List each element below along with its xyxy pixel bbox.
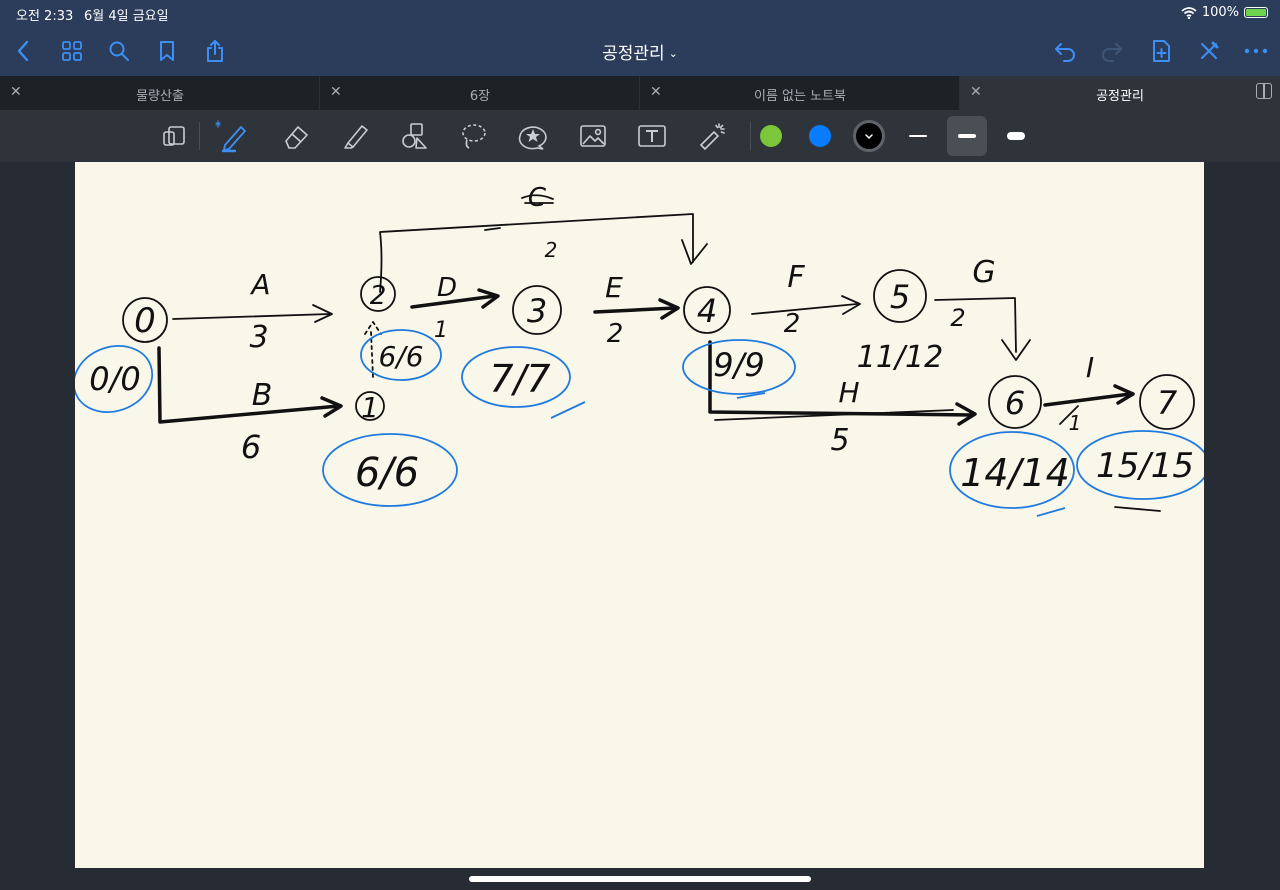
add-page-icon[interactable] bbox=[1146, 36, 1176, 66]
tab-이름-없는-노트북[interactable]: ✕ 이름 없는 노트북 bbox=[640, 76, 960, 110]
pen-icon[interactable] bbox=[212, 116, 252, 156]
tab-물량산출[interactable]: ✕ 물량산출 bbox=[0, 76, 320, 110]
activity-duration: 1 bbox=[434, 318, 448, 343]
status-date: 6월 4일 금요일 bbox=[84, 9, 169, 24]
time-label: 11/12 bbox=[857, 340, 943, 375]
bookmark-icon[interactable] bbox=[152, 36, 182, 66]
ink-labels: 0 2 3 4 5 6 7 1 A 3 B 6 C 2 D 1 E 2 F 2 bbox=[89, 183, 1194, 496]
activity-duration: 6 bbox=[241, 428, 261, 466]
activity-letter: G bbox=[972, 255, 995, 290]
share-icon[interactable] bbox=[200, 36, 230, 66]
node-label: 6 bbox=[1005, 384, 1025, 422]
wifi-icon bbox=[1181, 6, 1197, 19]
node-label: 3 bbox=[527, 292, 547, 330]
status-time: 오전 2:33 bbox=[16, 9, 74, 24]
green-swatch bbox=[760, 125, 782, 147]
time-label: 15/15 bbox=[1096, 446, 1194, 486]
page-layout-icon[interactable] bbox=[154, 116, 194, 156]
battery-percent: 100% bbox=[1201, 5, 1239, 20]
time-label: 7/7 bbox=[489, 357, 550, 401]
color-swatch-green[interactable] bbox=[751, 116, 791, 156]
activity-duration: 2 bbox=[950, 304, 965, 332]
node-label: 0 bbox=[134, 301, 156, 341]
activity-duration: 5 bbox=[830, 423, 849, 458]
sticker-icon[interactable] bbox=[513, 116, 553, 156]
activity-duration: 2 bbox=[545, 238, 558, 262]
laser-pointer-icon[interactable] bbox=[692, 116, 732, 156]
stroke-medium[interactable] bbox=[947, 116, 987, 156]
note-page[interactable]: 0 2 3 4 5 6 7 1 A 3 B 6 C 2 D 1 E 2 F 2 bbox=[75, 162, 1204, 868]
activity-letter: H bbox=[838, 376, 859, 409]
time-label: 6/6 bbox=[378, 340, 423, 373]
tab-bar: ✕ 물량산출 ✕ 6장 ✕ 이름 없는 노트북 ✕ 공정관리 bbox=[0, 76, 1280, 110]
tab-6장[interactable]: ✕ 6장 bbox=[320, 76, 640, 110]
grid-icon[interactable] bbox=[57, 36, 87, 66]
node-label: 4 bbox=[697, 292, 717, 330]
time-label: 6/6 bbox=[355, 450, 419, 496]
thin-line-icon bbox=[909, 135, 927, 137]
canvas-area[interactable]: 0 2 3 4 5 6 7 1 A 3 B 6 C 2 D 1 E 2 F 2 bbox=[0, 162, 1280, 890]
node-label: 7 bbox=[1157, 384, 1178, 422]
close-pen-icon[interactable] bbox=[1194, 36, 1224, 66]
activity-letter: F bbox=[787, 260, 805, 295]
image-icon[interactable] bbox=[573, 116, 613, 156]
split-view-icon[interactable] bbox=[1256, 83, 1272, 99]
time-label: 0/0 bbox=[89, 360, 141, 398]
activity-duration: 2 bbox=[607, 319, 624, 349]
activity-letter: A bbox=[249, 268, 270, 301]
handwritten-network-diagram: 0 2 3 4 5 6 7 1 A 3 B 6 C 2 D 1 E 2 F 2 bbox=[75, 183, 1204, 517]
toolbar-divider bbox=[199, 122, 200, 150]
activity-duration: 2 bbox=[784, 309, 801, 339]
redo-icon[interactable] bbox=[1097, 36, 1127, 66]
highlighter-icon[interactable] bbox=[335, 116, 375, 156]
thick-line-icon bbox=[1007, 132, 1025, 140]
stroke-thin[interactable] bbox=[898, 116, 938, 156]
activity-letter: C bbox=[528, 183, 547, 213]
status-right: 100% bbox=[1181, 5, 1268, 20]
chevron-down-icon: ⌄ bbox=[668, 47, 678, 60]
shapes-icon[interactable] bbox=[394, 116, 434, 156]
activity-duration: 1 bbox=[1069, 411, 1082, 435]
status-bar: 오전 2:33 6월 4일 금요일 100% bbox=[0, 0, 1280, 26]
time-label: 14/14 bbox=[960, 451, 1070, 495]
color-swatch-black[interactable] bbox=[849, 116, 889, 156]
node-label: 2 bbox=[370, 281, 387, 311]
tab-공정관리[interactable]: ✕ 공정관리 bbox=[960, 76, 1280, 110]
toolbar bbox=[0, 110, 1280, 162]
text-icon[interactable] bbox=[632, 116, 672, 156]
node-label: 5 bbox=[890, 278, 910, 316]
blue-swatch bbox=[809, 125, 831, 147]
stroke-thick[interactable] bbox=[996, 116, 1036, 156]
activity-letter: B bbox=[252, 378, 273, 413]
notebook-title[interactable]: 공정관리 ⌄ bbox=[0, 39, 1280, 64]
battery-icon bbox=[1244, 7, 1268, 18]
color-swatch-blue[interactable] bbox=[800, 116, 840, 156]
medium-line-icon bbox=[958, 134, 976, 138]
tab-label: 물량산출 bbox=[136, 89, 184, 104]
activity-letter: I bbox=[1086, 351, 1094, 384]
activity-letter: E bbox=[605, 271, 623, 304]
tab-label: 공정관리 bbox=[1096, 89, 1144, 104]
tab-label: 이름 없는 노트북 bbox=[754, 89, 846, 104]
activity-duration: 3 bbox=[249, 320, 268, 355]
back-icon[interactable] bbox=[8, 36, 38, 66]
home-indicator[interactable] bbox=[469, 876, 811, 882]
nav-bar: 공정관리 ⌄ bbox=[0, 26, 1280, 76]
node-label: 1 bbox=[361, 391, 379, 424]
search-icon[interactable] bbox=[104, 36, 134, 66]
undo-icon[interactable] bbox=[1050, 36, 1080, 66]
activity-letter: D bbox=[437, 273, 457, 303]
tab-label: 6장 bbox=[469, 89, 491, 104]
chevron-down-icon bbox=[865, 133, 873, 139]
black-swatch bbox=[853, 120, 885, 152]
more-icon[interactable] bbox=[1241, 36, 1271, 66]
time-label: 9/9 bbox=[713, 346, 765, 384]
eraser-icon[interactable] bbox=[276, 116, 316, 156]
lasso-icon[interactable] bbox=[454, 116, 494, 156]
